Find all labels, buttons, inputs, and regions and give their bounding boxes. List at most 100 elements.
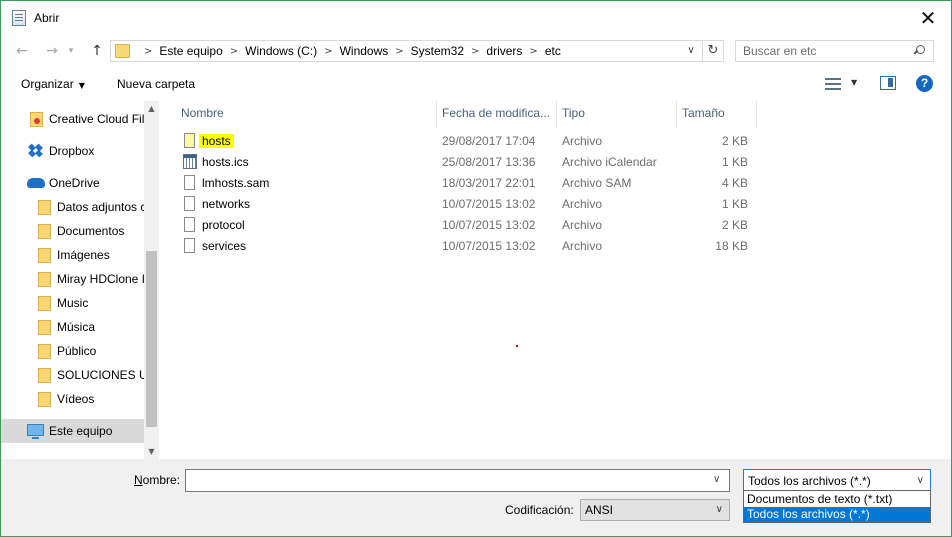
folder-icon	[115, 44, 130, 58]
sidebar-item-label: Datos adjuntos c	[57, 200, 144, 214]
caret-down-icon: ▼	[78, 81, 85, 90]
breadcrumb-item[interactable]: Windows	[340, 44, 389, 58]
chevron-right-icon[interactable]: >	[471, 46, 479, 57]
file-list: Nombre ^ Fecha de modifica... Tipo Tamaño…	[161, 101, 951, 459]
sidebar-item-label: Público	[57, 344, 97, 358]
sidebar-scrollbar[interactable]: ▲ ▼	[144, 101, 159, 459]
file-name: services	[202, 239, 247, 253]
refresh-icon[interactable]: ↻	[702, 41, 723, 61]
file-size: 1 KB	[721, 197, 748, 211]
file-type: Archivo SAM	[562, 176, 632, 190]
breadcrumb-item[interactable]: System32	[411, 44, 464, 58]
chevron-down-icon[interactable]: ∨	[716, 504, 723, 515]
help-icon[interactable]: ?	[916, 75, 933, 92]
file-type-filter-select[interactable]: Todos los archivos (*.*) ∨	[743, 469, 931, 492]
address-bar[interactable]: > Este equipo > Windows (C:) > Windows >…	[110, 40, 724, 62]
sidebar-item-datos-adjuntos[interactable]: Datos adjuntos c	[1, 195, 144, 219]
filter-option-all-files[interactable]: Todos los archivos (*.*)	[744, 507, 930, 522]
sidebar-item-creative-cloud[interactable]: Creative Cloud Fil	[1, 107, 144, 131]
recent-locations-chevron-icon[interactable]: ▾	[65, 42, 77, 60]
sidebar-item-label: Este equipo	[49, 424, 113, 438]
breadcrumb-item[interactable]: Windows (C:)	[245, 44, 317, 58]
view-details-icon[interactable]	[825, 77, 841, 91]
scroll-up-arrow-icon[interactable]: ▲	[144, 101, 159, 116]
file-type-filter-options: Documentos de texto (*.txt) Todos los ar…	[743, 490, 931, 523]
close-icon[interactable]: ✕	[905, 1, 951, 35]
navigation-pane: Creative Cloud Fil Dropbox OneDrive Dato…	[1, 101, 159, 459]
view-options-caret-icon[interactable]: ▼	[851, 78, 857, 87]
chevron-down-icon[interactable]: ∨	[713, 474, 720, 485]
sidebar-item-label: SOLUCIONES UN	[57, 368, 144, 382]
sidebar-item-label: Dropbox	[49, 144, 95, 158]
folder-icon	[38, 320, 51, 335]
column-header-date[interactable]: Fecha de modifica...	[442, 101, 556, 127]
chevron-right-icon[interactable]: >	[230, 46, 238, 57]
chevron-right-icon[interactable]: >	[395, 46, 403, 57]
folder-icon	[38, 368, 51, 383]
column-header-name[interactable]: Nombre ^	[181, 101, 436, 127]
organize-label: Organizar	[21, 77, 74, 91]
column-divider[interactable]	[556, 101, 557, 127]
sidebar-item-este-equipo[interactable]: Este equipo	[1, 419, 144, 443]
table-row[interactable]: protocol 10/07/2015 13:02 Archivo 2 KB	[179, 215, 759, 236]
forward-arrow-icon[interactable]: →	[42, 42, 62, 60]
file-icon	[184, 217, 195, 232]
file-name: protocol	[202, 218, 245, 232]
breadcrumb-item[interactable]: Este equipo	[159, 44, 222, 58]
file-size: 4 KB	[721, 176, 748, 190]
sidebar-item-dropbox[interactable]: Dropbox	[1, 139, 144, 163]
filter-option-text-documents[interactable]: Documentos de texto (*.txt)	[744, 492, 930, 507]
column-header-type[interactable]: Tipo	[562, 101, 676, 127]
back-arrow-icon[interactable]: ←	[12, 42, 32, 60]
breadcrumb-item[interactable]: drivers	[486, 44, 522, 58]
column-divider[interactable]	[436, 101, 437, 127]
sidebar-item-documentos[interactable]: Documentos	[1, 219, 144, 243]
folder-icon	[38, 272, 51, 287]
chevron-right-icon[interactable]: >	[324, 46, 332, 57]
scroll-down-arrow-icon[interactable]: ▼	[144, 444, 159, 459]
scrollbar-thumb[interactable]	[146, 251, 157, 427]
file-type: Archivo	[562, 218, 603, 232]
file-name: hosts.ics	[202, 155, 249, 169]
table-row[interactable]: services 10/07/2015 13:02 Archivo 18 KB	[179, 236, 759, 257]
preview-pane-icon[interactable]	[880, 76, 896, 90]
file-name-input[interactable]	[185, 469, 730, 492]
sidebar-item-publico[interactable]: Público	[1, 339, 144, 363]
file-name-label: Nombre:	[134, 473, 181, 487]
file-date: 10/07/2015 13:02	[442, 197, 536, 211]
chevron-right-icon[interactable]: >	[529, 46, 537, 57]
sort-ascending-icon: ^	[321, 101, 329, 107]
sidebar-item-videos[interactable]: Vídeos	[1, 387, 144, 411]
table-row[interactable]: lmhosts.sam 18/03/2017 22:01 Archivo SAM…	[179, 173, 759, 194]
file-size: 2 KB	[721, 134, 748, 148]
encoding-select[interactable]: ANSI ∨	[580, 499, 730, 521]
chevron-down-icon[interactable]: ∨	[683, 44, 699, 58]
up-arrow-icon[interactable]: ↑	[87, 42, 107, 60]
sidebar-item-music[interactable]: Music	[1, 291, 144, 315]
sidebar-item-musica[interactable]: Música	[1, 315, 144, 339]
dropbox-icon	[28, 143, 43, 158]
search-input[interactable]	[736, 41, 912, 61]
search-icon[interactable]	[914, 45, 925, 56]
table-row[interactable]: hosts 29/08/2017 17:04 Archivo 2 KB	[179, 131, 759, 152]
organize-button[interactable]: Organizar ▼	[21, 77, 85, 91]
chevron-right-icon[interactable]: >	[144, 46, 152, 57]
column-divider[interactable]	[676, 101, 677, 127]
file-size: 18 KB	[715, 239, 748, 253]
new-folder-button[interactable]: Nueva carpeta	[117, 77, 195, 91]
folder-icon	[38, 392, 51, 407]
sidebar-item-imagenes[interactable]: Imágenes	[1, 243, 144, 267]
table-row[interactable]: hosts.ics 25/08/2017 13:36 Archivo iCale…	[179, 152, 759, 173]
column-divider[interactable]	[756, 101, 757, 127]
sidebar-item-label: Música	[57, 320, 96, 334]
sidebar-item-onedrive[interactable]: OneDrive	[1, 171, 144, 195]
sidebar-item-miray-hdclone[interactable]: Miray HDClone I	[1, 267, 144, 291]
file-date: 29/08/2017 17:04	[442, 134, 536, 148]
column-header-size[interactable]: Tamaño	[682, 101, 756, 127]
chevron-down-icon[interactable]: ∨	[917, 475, 924, 486]
breadcrumb-item[interactable]: etc	[545, 44, 561, 58]
folder-icon	[38, 248, 51, 263]
open-file-dialog: Abrir ✕ ← → ▾ ↑ > Este equipo > Windows …	[0, 0, 952, 537]
sidebar-item-soluciones[interactable]: SOLUCIONES UN	[1, 363, 144, 387]
table-row[interactable]: networks 10/07/2015 13:02 Archivo 1 KB	[179, 194, 759, 215]
